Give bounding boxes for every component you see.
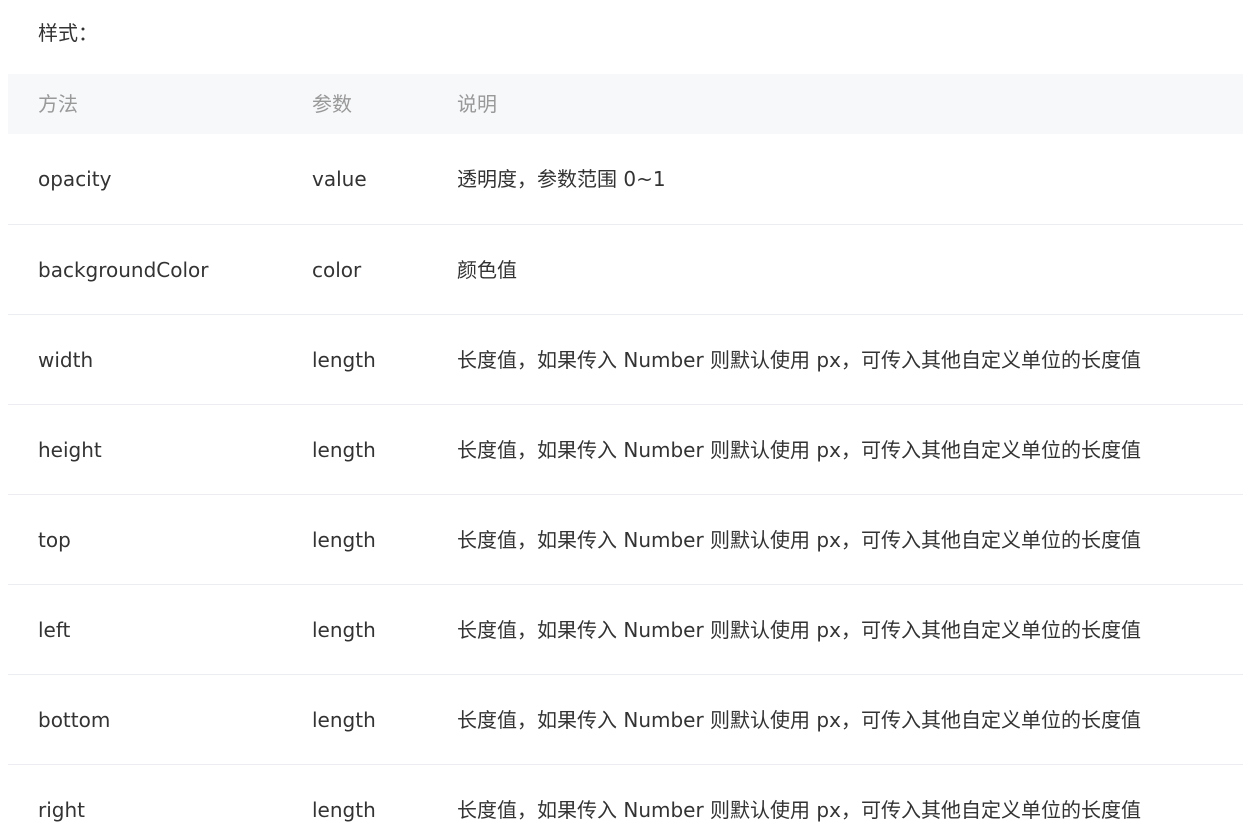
table-row: backgroundColor color 颜色值 — [8, 225, 1243, 315]
table-row: height length 长度值，如果传入 Number 则默认使用 px，可… — [8, 405, 1243, 495]
param-cell: length — [312, 797, 376, 822]
method-cell: right — [38, 797, 85, 822]
header-param: 参数 — [312, 92, 352, 116]
desc-cell: 长度值，如果传入 Number 则默认使用 px，可传入其他自定义单位的长度值 — [457, 437, 1141, 462]
param-cell: color — [312, 257, 362, 282]
param-cell: length — [312, 437, 376, 462]
desc-cell: 长度值，如果传入 Number 则默认使用 px，可传入其他自定义单位的长度值 — [457, 527, 1141, 552]
table-header: 方法 参数 说明 — [8, 74, 1243, 134]
section-label: 样式： — [38, 21, 98, 45]
method-cell: backgroundColor — [38, 257, 209, 282]
method-cell: top — [38, 527, 71, 552]
param-cell: length — [312, 617, 376, 642]
style-table: 方法 参数 说明 opacity value 透明度，参数范围 0~1 back… — [8, 74, 1243, 836]
method-cell: bottom — [38, 707, 111, 732]
table-body: opacity value 透明度，参数范围 0~1 backgroundCol… — [8, 134, 1243, 836]
desc-cell: 长度值，如果传入 Number 则默认使用 px，可传入其他自定义单位的长度值 — [457, 707, 1141, 732]
param-cell: value — [312, 167, 367, 191]
desc-cell: 颜色值 — [457, 257, 517, 282]
param-cell: length — [312, 707, 376, 732]
doc-page: 样式： 方法 参数 说明 opacity value 透明度，参数范围 0~1 … — [0, 0, 1243, 836]
method-cell: left — [38, 617, 71, 642]
method-cell: width — [38, 347, 94, 372]
table-row: bottom length 长度值，如果传入 Number 则默认使用 px，可… — [8, 675, 1243, 765]
desc-cell: 长度值，如果传入 Number 则默认使用 px，可传入其他自定义单位的长度值 — [457, 347, 1141, 372]
table-row: opacity value 透明度，参数范围 0~1 — [8, 134, 1243, 225]
method-cell: opacity — [38, 167, 112, 191]
desc-cell: 长度值，如果传入 Number 则默认使用 px，可传入其他自定义单位的长度值 — [457, 797, 1141, 822]
header-desc: 说明 — [457, 92, 497, 116]
table-row: left length 长度值，如果传入 Number 则默认使用 px，可传入… — [8, 585, 1243, 675]
table-row: width length 长度值，如果传入 Number 则默认使用 px，可传… — [8, 315, 1243, 405]
desc-cell: 透明度，参数范围 0~1 — [457, 167, 666, 191]
table-row: right length 长度值，如果传入 Number 则默认使用 px，可传… — [8, 765, 1243, 836]
desc-cell: 长度值，如果传入 Number 则默认使用 px，可传入其他自定义单位的长度值 — [457, 617, 1141, 642]
table-row: top length 长度值，如果传入 Number 则默认使用 px，可传入其… — [8, 495, 1243, 585]
method-cell: height — [38, 437, 102, 462]
param-cell: length — [312, 347, 376, 372]
header-method: 方法 — [38, 92, 78, 116]
param-cell: length — [312, 527, 376, 552]
